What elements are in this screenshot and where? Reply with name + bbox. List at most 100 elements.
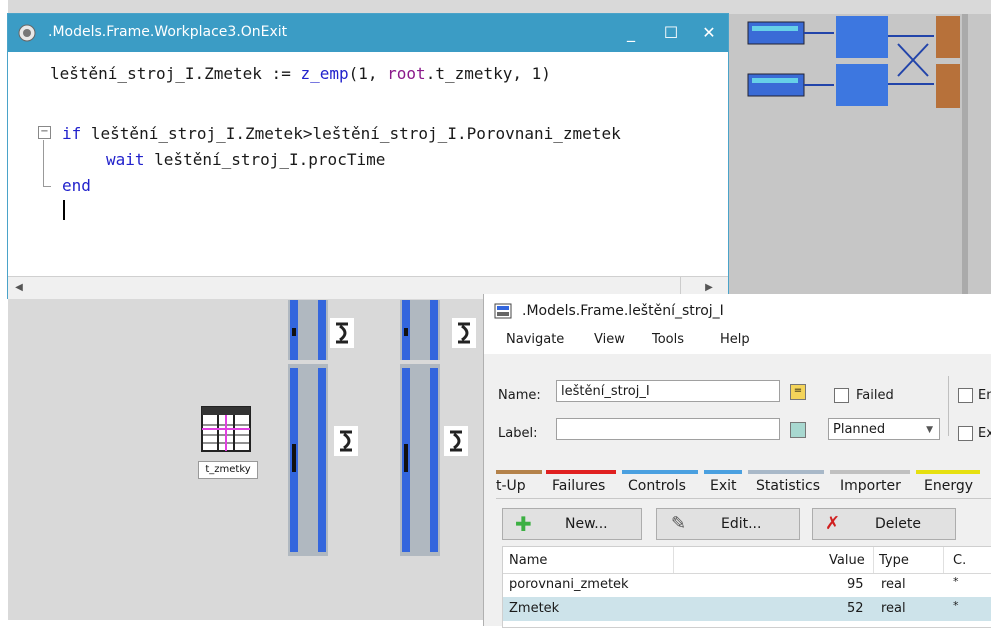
row-value: 95	[847, 577, 864, 592]
code-line-3: if leštění_stroj_I.Zmetek>leštění_stroj_…	[62, 124, 621, 143]
attributes-dialog[interactable]: .Models.Frame.leštění_stroj_I Navigate V…	[484, 294, 991, 628]
method-icon-1[interactable]	[330, 318, 354, 348]
tab-color-controls	[622, 470, 698, 474]
col-value[interactable]: Value	[829, 553, 865, 568]
station-icon	[494, 303, 512, 319]
minimize-button[interactable]: _	[618, 20, 644, 46]
label-label: Label:	[498, 426, 538, 441]
code-line-1: leštění_stroj_I.Zmetek := z_emp(1, root.…	[50, 64, 551, 83]
delete-x-icon: ✗	[825, 513, 841, 534]
tab-color-failures	[546, 470, 616, 474]
exit-label: Ex	[978, 426, 991, 441]
table-icon	[201, 406, 251, 452]
editor-title: .Models.Frame.Workplace3.OnExit	[48, 24, 288, 40]
col-divider	[873, 547, 874, 573]
buffer-object-2[interactable]	[400, 300, 440, 360]
text-cursor	[63, 200, 65, 220]
name-field[interactable]: leštění_stroj_I	[556, 380, 780, 402]
col-name[interactable]: Name	[509, 553, 547, 568]
exit-checkbox[interactable]	[958, 426, 973, 441]
row-name: porovnani_zmetek	[509, 577, 629, 592]
app-icon	[18, 24, 36, 42]
label-field[interactable]	[556, 418, 780, 440]
failed-checkbox[interactable]	[834, 388, 849, 403]
method-icon-2[interactable]	[452, 318, 476, 348]
col-divider	[673, 547, 674, 573]
inherit-icon-2[interactable]	[790, 422, 806, 438]
new-button[interactable]: ✚ New...	[502, 508, 642, 540]
table-row[interactable]: porovnani_zmetek 95 real *	[503, 573, 991, 597]
separator	[948, 376, 949, 436]
close-button[interactable]: ✕	[696, 20, 722, 46]
col-c[interactable]: C.	[953, 553, 966, 568]
menu-help[interactable]: Help	[720, 332, 750, 347]
menu-bar: Navigate View Tools Help	[484, 328, 991, 354]
station-object-2[interactable]	[400, 364, 440, 556]
tab-setup[interactable]: t-Up	[496, 478, 526, 494]
row-type: real	[881, 601, 906, 616]
tab-underline	[496, 498, 991, 499]
method-icon-3[interactable]	[334, 426, 358, 456]
method-icon-4[interactable]	[444, 426, 468, 456]
planned-dropdown[interactable]: Planned ▼	[828, 418, 940, 440]
menu-navigate[interactable]: Navigate	[506, 332, 564, 347]
tab-bar: t-Up Failures Controls Exit Statistics I…	[484, 470, 991, 498]
edit-button[interactable]: ✎ Edit...	[656, 508, 800, 540]
row-name: Zmetek	[509, 601, 560, 616]
tab-color-importer	[830, 470, 910, 474]
tab-color-setup	[496, 470, 542, 474]
tab-color-energy	[916, 470, 980, 474]
tab-exit[interactable]: Exit	[710, 478, 737, 494]
name-label: Name:	[498, 388, 541, 403]
col-divider	[943, 547, 944, 573]
inherit-icon[interactable]: =	[790, 384, 806, 400]
tab-color-exit	[704, 470, 742, 474]
tab-failures[interactable]: Failures	[552, 478, 605, 494]
chevron-down-icon: ▼	[926, 425, 933, 435]
pencil-icon: ✎	[671, 513, 687, 534]
table-object[interactable]: t_zmetky	[198, 405, 258, 479]
code-line-4: wait leštění_stroj_I.procTime	[106, 150, 386, 169]
tab-statistics[interactable]: Statistics	[756, 478, 820, 494]
edit-button-label: Edit...	[721, 516, 762, 532]
row-c: *	[953, 599, 959, 612]
dialog-titlebar[interactable]: .Models.Frame.leštění_stroj_I	[484, 294, 991, 328]
fold-toggle[interactable]: −	[38, 126, 51, 139]
row-type: real	[881, 577, 906, 592]
delete-button-label: Delete	[875, 516, 921, 532]
fold-end	[43, 186, 51, 187]
buffer-object-1[interactable]	[288, 300, 328, 360]
table-object-label: t_zmetky	[198, 461, 258, 479]
editor-gutter	[8, 52, 34, 276]
planned-value: Planned	[833, 422, 886, 437]
canvas-overview[interactable]	[728, 14, 991, 312]
method-editor-window[interactable]: .Models.Frame.Workplace3.OnExit _ ☐ ✕ le…	[8, 14, 728, 299]
plus-icon: ✚	[515, 512, 532, 536]
editor-titlebar[interactable]: .Models.Frame.Workplace3.OnExit _ ☐ ✕	[8, 14, 728, 52]
table-row-selected[interactable]: Zmetek 52 real *	[503, 597, 991, 621]
scroll-left-icon[interactable]: ◀	[12, 281, 26, 295]
failed-label: Failed	[856, 388, 894, 403]
scroll-right-icon[interactable]: ▶	[702, 281, 716, 295]
code-editor[interactable]: leštění_stroj_I.Zmetek := z_emp(1, root.…	[8, 52, 728, 276]
tab-controls[interactable]: Controls	[628, 478, 686, 494]
conveyor-diagram	[728, 14, 991, 312]
tab-color-statistics	[748, 470, 824, 474]
delete-button[interactable]: ✗ Delete	[812, 508, 956, 540]
col-type[interactable]: Type	[879, 553, 909, 568]
maximize-button[interactable]: ☐	[658, 20, 684, 46]
code-line-5: end	[62, 176, 91, 195]
dialog-title: .Models.Frame.leštění_stroj_I	[522, 303, 724, 319]
tab-energy[interactable]: Energy	[924, 478, 973, 494]
menu-view[interactable]: View	[594, 332, 625, 347]
entrance-checkbox[interactable]	[958, 388, 973, 403]
tab-importer[interactable]: Importer	[840, 478, 901, 494]
new-button-label: New...	[565, 516, 608, 532]
table-header: Name Value Type C.	[503, 547, 991, 574]
row-value: 52	[847, 601, 864, 616]
entrance-label: En	[978, 388, 991, 403]
fold-line	[43, 140, 44, 186]
station-object-1[interactable]	[288, 364, 328, 556]
user-attributes-table[interactable]: Name Value Type C. porovnani_zmetek 95 r…	[502, 546, 991, 628]
menu-tools[interactable]: Tools	[652, 332, 684, 347]
